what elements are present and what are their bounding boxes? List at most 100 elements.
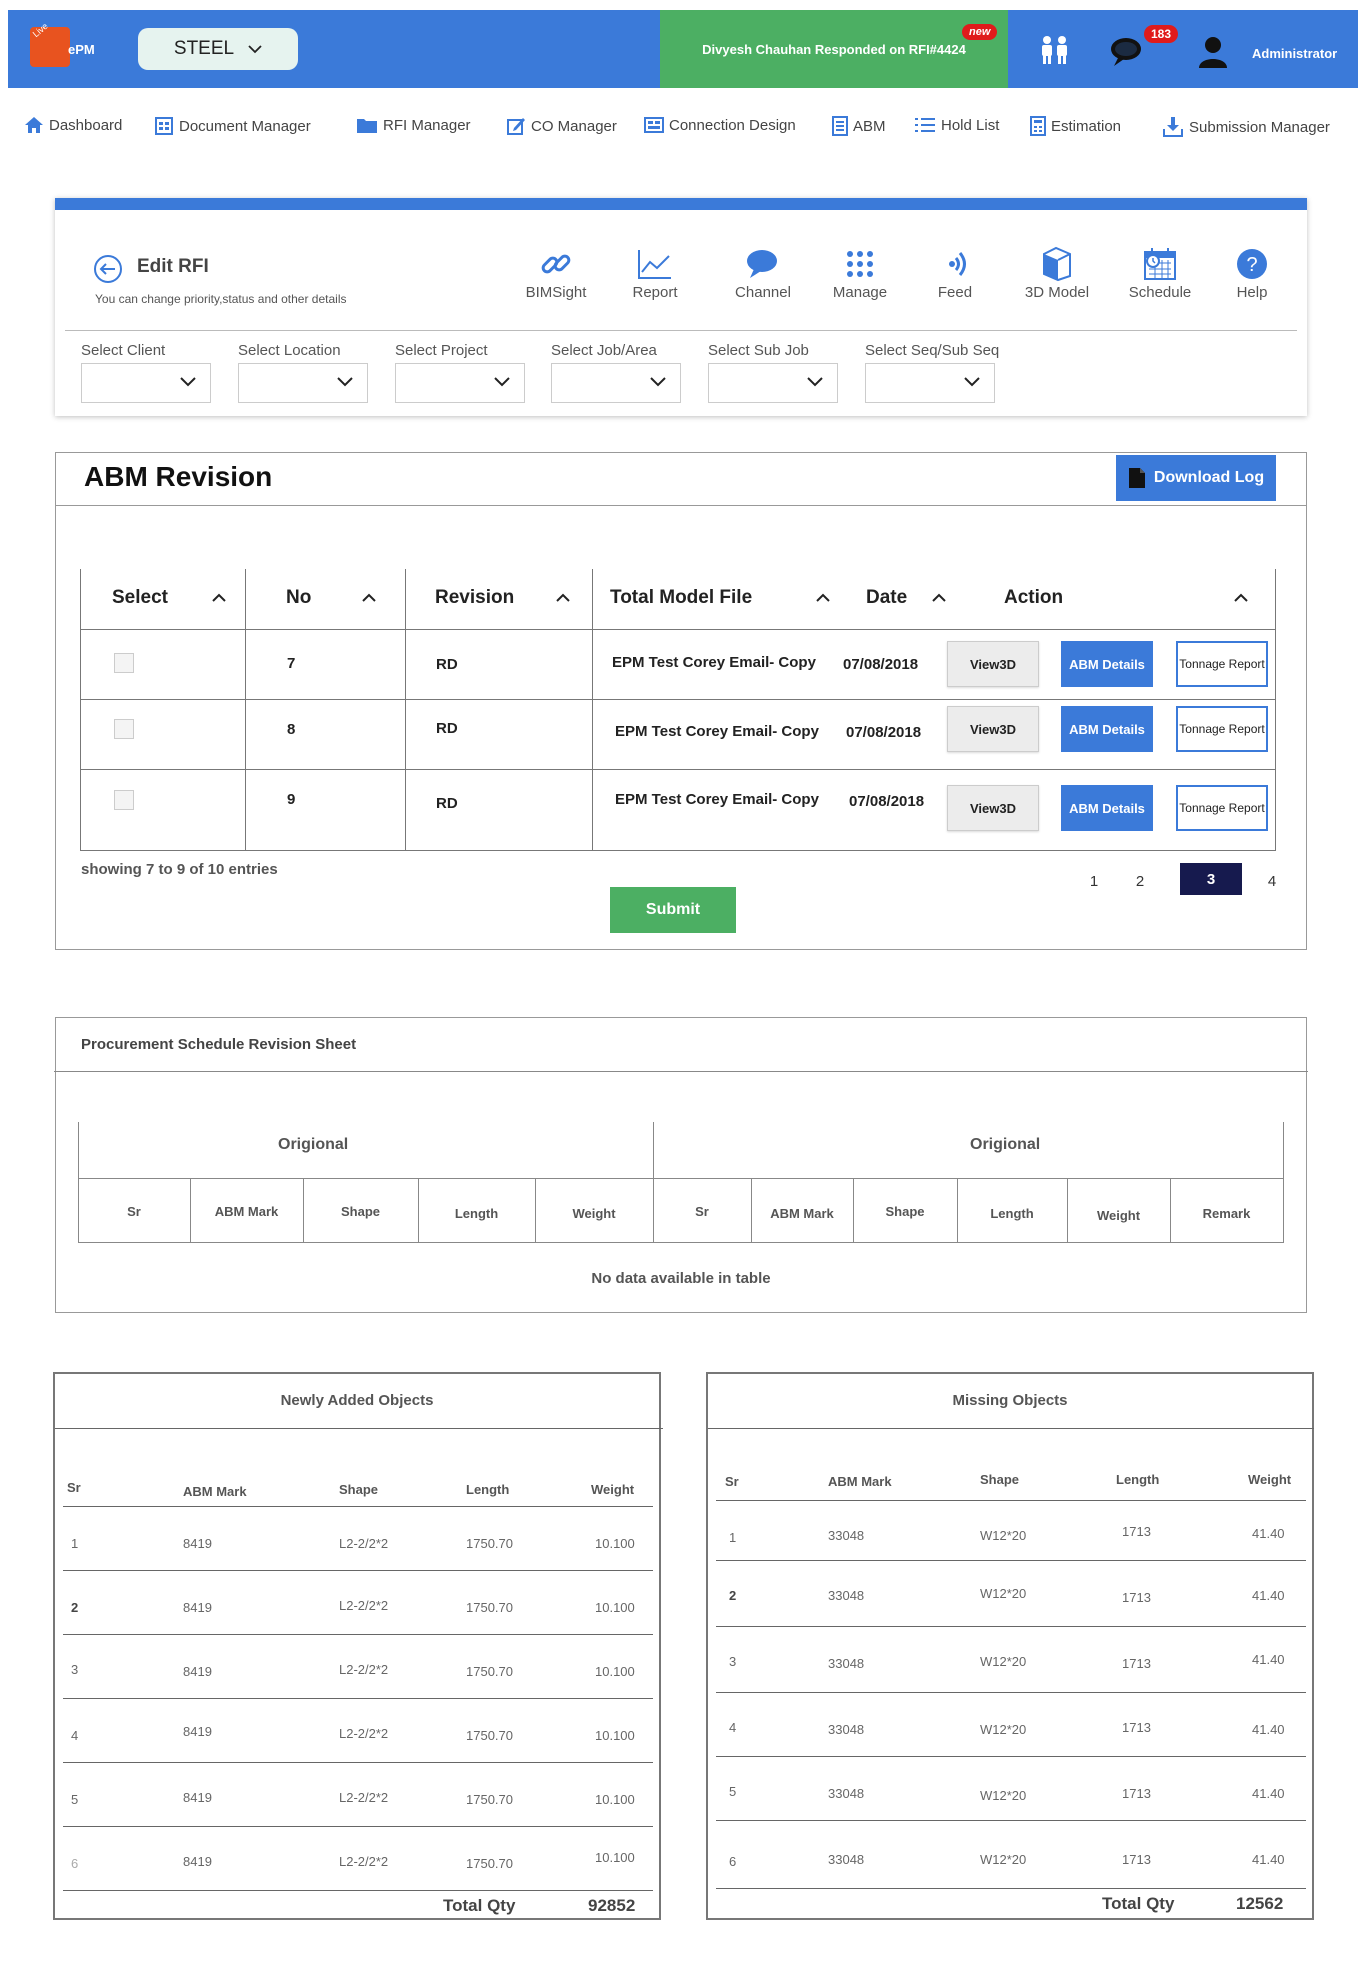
tool-help[interactable]: ? Help — [1207, 244, 1297, 301]
row-divider — [63, 1762, 653, 1763]
nav-hold-list-label: Hold List — [941, 116, 1000, 134]
row-select-checkbox[interactable] — [114, 719, 134, 739]
cell-abm-mark: 33048 — [828, 1656, 865, 1671]
sort-up-icon[interactable] — [932, 593, 946, 602]
sort-up-icon[interactable] — [816, 593, 830, 602]
tool-manage-label: Manage — [832, 284, 888, 301]
nav-hold-list[interactable]: Hold List — [914, 116, 999, 134]
user-name[interactable]: Administrator — [1252, 46, 1337, 61]
nav-connection-design[interactable]: Connection Design — [644, 116, 796, 134]
page-2[interactable]: 2 — [1130, 873, 1150, 890]
view3d-button[interactable]: View3D — [947, 785, 1039, 831]
tool-report[interactable]: Report — [610, 244, 700, 301]
page-1[interactable]: 1 — [1084, 873, 1104, 890]
filter-subjob-select[interactable] — [708, 363, 838, 403]
row-divider — [716, 1756, 1306, 1757]
table-col-sep — [592, 569, 593, 851]
filter-project-select[interactable] — [395, 363, 525, 403]
newly-added-panel: Newly Added Objects Sr ABM Mark Shape Le… — [53, 1372, 663, 1920]
tonnage-report-button[interactable]: Tonnage Report — [1176, 706, 1268, 752]
filter-job-select[interactable] — [551, 363, 681, 403]
view3d-button[interactable]: View3D — [947, 641, 1039, 687]
col-total-model-file[interactable]: Total Model File — [610, 587, 752, 609]
epm-logo[interactable]: Live ePM — [30, 21, 95, 69]
tonnage-report-button[interactable]: Tonnage Report — [1176, 785, 1268, 831]
nav-document-manager[interactable]: Document Manager — [154, 116, 311, 136]
nav-dashboard-label: Dashboard — [49, 116, 123, 134]
chat-icon[interactable] — [1108, 34, 1148, 68]
cube-icon — [1043, 246, 1071, 282]
project-select[interactable]: STEEL — [138, 28, 298, 70]
row-select-checkbox[interactable] — [114, 653, 134, 673]
sort-up-icon[interactable] — [212, 593, 226, 602]
cell-sr: 1 — [71, 1536, 79, 1551]
col-no[interactable]: No — [286, 587, 311, 609]
team-icon[interactable] — [1038, 34, 1072, 66]
nav-estimation[interactable]: Estimation — [1030, 116, 1121, 136]
col-revision[interactable]: Revision — [435, 587, 514, 609]
tool-3d-model[interactable]: 3D Model — [1012, 244, 1102, 301]
table-border-left — [80, 569, 81, 851]
cell-shape: W12*20 — [980, 1654, 1027, 1669]
nav-co-manager[interactable]: CO Manager — [506, 116, 617, 136]
chevron-down-icon — [494, 377, 510, 387]
tool-report-label: Report — [632, 284, 678, 301]
abm-details-button[interactable]: ABM Details — [1061, 641, 1153, 687]
project-select-value: STEEL — [173, 38, 235, 59]
page-3-active[interactable]: 3 — [1180, 863, 1242, 895]
col-date[interactable]: Date — [866, 587, 907, 609]
notification-banner[interactable]: Divyesh Chauhan Responded on RFI#4424 — [660, 10, 1008, 88]
nav-submission-manager[interactable]: Submission Manager — [1162, 116, 1330, 138]
sort-up-icon[interactable] — [556, 593, 570, 602]
filter-job-label: Select Job/Area — [551, 342, 657, 359]
nav-abm[interactable]: ABM — [832, 116, 886, 136]
nav-abm-label: ABM — [853, 117, 886, 135]
nav-estimation-label: Estimation — [1051, 117, 1122, 135]
newly-added-title: Newly Added Objects — [280, 1392, 434, 1409]
sort-up-icon[interactable] — [362, 593, 376, 602]
filter-client-select[interactable] — [81, 363, 211, 403]
filter-subjob: Select Sub Job — [708, 342, 838, 403]
abm-details-button[interactable]: ABM Details — [1061, 706, 1153, 752]
filter-seq-label: Select Seq/Sub Seq — [865, 342, 1000, 359]
list-icon — [915, 118, 935, 132]
rfi-subtitle: You can change priority,status and other… — [95, 292, 347, 306]
proc-row-sep — [78, 1242, 1284, 1243]
tool-manage[interactable]: Manage — [815, 244, 905, 301]
row-select-checkbox[interactable] — [114, 790, 134, 810]
nav-connection-design-label: Connection Design — [669, 116, 796, 134]
chevron-down-icon — [650, 377, 666, 387]
back-arrow-icon[interactable] — [93, 254, 123, 284]
tool-channel[interactable]: Channel — [718, 244, 808, 301]
sort-up-icon[interactable] — [1234, 593, 1248, 602]
user-icon[interactable] — [1198, 36, 1228, 68]
proc-col-sr-2: Sr — [695, 1204, 709, 1219]
cell-sr: 6 — [71, 1856, 79, 1871]
tonnage-report-button[interactable]: Tonnage Report — [1176, 641, 1268, 687]
cell-abm-mark: 33048 — [828, 1786, 865, 1801]
page-4[interactable]: 4 — [1262, 873, 1282, 890]
cell-shape: L2-2/2*2 — [339, 1854, 389, 1869]
abm-details-button[interactable]: ABM Details — [1061, 785, 1153, 831]
tool-feed[interactable]: Feed — [910, 244, 1000, 301]
row-divider — [716, 1820, 1306, 1821]
filter-seq-select[interactable] — [865, 363, 995, 403]
cell-sr: 2 — [71, 1600, 79, 1615]
top-header: Live ePM STEEL Divyesh Chauhan Responded… — [8, 10, 1358, 88]
download-log-button[interactable]: Download Log — [1116, 455, 1276, 501]
cell-length: 1750.70 — [466, 1600, 513, 1615]
row-revision: RD — [436, 720, 458, 737]
nav-rfi-manager[interactable]: RFI Manager — [356, 116, 471, 134]
download-log-label: Download Log — [1153, 469, 1265, 486]
submit-button[interactable]: Submit — [610, 887, 736, 933]
row-revision: RD — [436, 656, 458, 673]
col-select[interactable]: Select — [112, 587, 168, 609]
cell-shape: L2-2/2*2 — [339, 1536, 389, 1551]
tool-bimsight[interactable]: BIMSight — [511, 244, 601, 301]
procurement-empty-message: No data available in table — [591, 1270, 771, 1287]
filter-location-select[interactable] — [238, 363, 368, 403]
view3d-button[interactable]: View3D — [947, 706, 1039, 752]
nav-dashboard[interactable]: Dashboard — [24, 116, 122, 134]
row-divider — [63, 1634, 653, 1635]
tool-schedule[interactable]: Schedule — [1115, 244, 1205, 301]
